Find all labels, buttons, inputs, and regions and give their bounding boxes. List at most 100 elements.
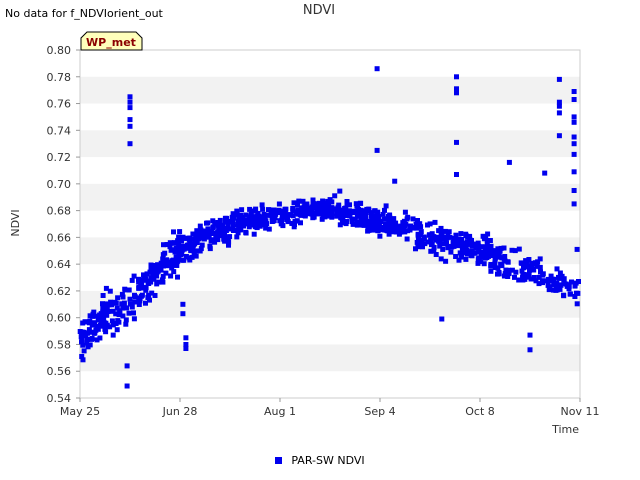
data-point: [337, 222, 343, 228]
data-point: [194, 235, 199, 241]
data-point: [495, 250, 501, 256]
y-tick-label: 0.70: [47, 178, 72, 191]
data-point: [183, 346, 189, 351]
data-point: [239, 207, 245, 213]
data-point: [499, 255, 505, 261]
data-point: [556, 76, 562, 82]
data-point: [547, 284, 553, 290]
data-point: [89, 322, 95, 328]
data-point: [463, 241, 469, 247]
chart: NDVI 0.54 0.56 0.58 0.60 0.62 0.64 0.66 0.68 0.7…: [9, 3, 599, 436]
y-tick-label: 0.64: [47, 258, 72, 271]
data-point: [453, 232, 459, 238]
data-point: [540, 280, 545, 286]
x-tick-label: Oct 8: [465, 405, 495, 418]
data-point: [550, 276, 556, 282]
data-point: [132, 292, 137, 298]
data-point: [82, 319, 88, 325]
data-point: [571, 169, 577, 175]
data-point: [211, 237, 217, 243]
data-point: [154, 281, 160, 287]
data-point: [574, 301, 580, 307]
data-point: [377, 233, 383, 239]
y-tick-label: 0.78: [47, 71, 72, 84]
data-point: [255, 210, 261, 216]
data-point: [210, 224, 216, 230]
data-point: [188, 247, 194, 252]
data-point: [481, 261, 487, 267]
data-point: [383, 221, 388, 227]
data-point: [223, 219, 229, 225]
data-point: [439, 316, 445, 322]
data-point: [518, 260, 524, 266]
data-point: [440, 246, 446, 252]
x-tick-label: May 25: [60, 405, 100, 418]
data-point: [468, 253, 474, 258]
data-point: [97, 335, 103, 341]
data-point: [124, 305, 130, 311]
data-point: [120, 313, 126, 319]
legend-marker-icon: [275, 457, 283, 464]
x-axis: May 25 Jun 28 Aug 1 Sep 4 Oct 8 Nov 11: [60, 398, 599, 418]
plot-background-bands: [80, 76, 580, 372]
data-point: [483, 248, 489, 253]
data-point: [168, 273, 174, 279]
data-point: [540, 271, 546, 277]
data-point: [554, 266, 560, 272]
data-point: [127, 99, 133, 105]
data-point: [100, 293, 106, 298]
x-tick-label: Aug 1: [264, 405, 296, 418]
data-point: [131, 273, 137, 279]
data-point: [127, 117, 133, 123]
data-point: [454, 90, 459, 96]
site-badge: WP_met: [80, 31, 143, 51]
data-point: [226, 226, 232, 232]
data-point: [571, 97, 577, 102]
data-point: [145, 295, 151, 300]
data-point: [571, 119, 577, 125]
data-point: [403, 221, 409, 227]
data-point: [114, 305, 120, 311]
data-point: [566, 284, 572, 289]
data-point: [357, 200, 363, 206]
data-point: [221, 232, 227, 238]
data-point: [127, 296, 133, 302]
data-point: [343, 213, 349, 218]
y-axis: 0.54 0.56 0.58 0.60 0.62 0.64 0.66 0.68 0.70 0.72…: [47, 44, 80, 405]
data-point: [488, 268, 494, 274]
data-point: [336, 207, 342, 213]
data-point: [375, 209, 381, 215]
data-point: [453, 254, 459, 259]
data-point: [410, 216, 416, 222]
data-point: [458, 252, 464, 258]
data-point: [291, 200, 297, 206]
data-point: [158, 267, 164, 273]
x-tick-label: Sep 4: [364, 405, 395, 418]
data-point: [204, 229, 210, 235]
data-point: [184, 235, 190, 241]
data-point: [435, 234, 441, 240]
data-point: [527, 332, 533, 338]
data-point: [171, 229, 176, 235]
data-point: [219, 222, 225, 228]
data-point: [197, 248, 203, 254]
data-point: [438, 256, 444, 262]
data-point: [170, 262, 176, 268]
data-point: [443, 258, 449, 264]
data-point: [127, 141, 133, 147]
data-point: [183, 335, 189, 341]
y-tick-label: 0.54: [47, 392, 72, 405]
data-point: [247, 206, 253, 212]
data-point: [378, 219, 384, 224]
data-point: [530, 267, 536, 272]
data-point: [246, 224, 252, 230]
data-point: [569, 279, 574, 285]
data-point: [253, 206, 259, 212]
data-point: [542, 170, 548, 176]
data-point: [259, 202, 265, 208]
data-point: [445, 245, 451, 251]
data-point: [217, 217, 223, 223]
data-point: [535, 259, 541, 265]
y-tick-label: 0.66: [47, 231, 72, 244]
data-point: [505, 274, 511, 279]
